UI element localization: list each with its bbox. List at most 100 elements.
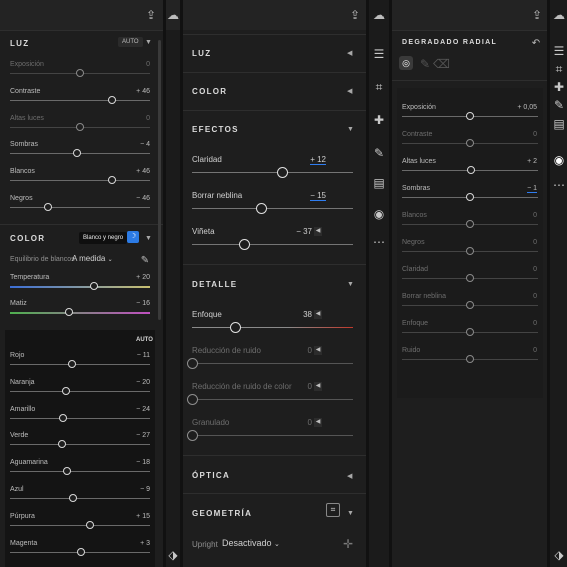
cloud-sync-icon[interactable]: ☁ (166, 8, 180, 22)
slider-knob[interactable] (85, 520, 94, 529)
slider-knob[interactable] (466, 301, 474, 309)
slider-track[interactable] (10, 417, 150, 419)
upright-select[interactable]: Desactivado ⌄ (222, 538, 280, 548)
slider-value[interactable]: 0 (497, 212, 537, 219)
stepper-button[interactable]: ◀ (314, 346, 322, 355)
slider-value[interactable]: 0 (497, 347, 537, 354)
slider-value[interactable]: − 4 (110, 141, 150, 148)
slider-track[interactable] (192, 363, 353, 364)
slider-knob[interactable] (73, 149, 82, 158)
efectos-section-title[interactable]: EFECTOS (192, 125, 239, 134)
slider-track[interactable] (192, 435, 353, 436)
slider-track[interactable] (192, 244, 353, 245)
slider-track[interactable] (10, 180, 150, 182)
geometria-collapse-icon[interactable]: ▼ (347, 510, 354, 517)
slider-track[interactable] (10, 364, 150, 365)
radial-gradient-icon[interactable]: ◉ (372, 207, 386, 221)
slider-knob[interactable] (256, 203, 268, 214)
slider-value[interactable]: + 20 (110, 274, 150, 281)
mask-brush-icon[interactable]: ✎ (418, 57, 432, 71)
mask-new-button[interactable]: ◎ (399, 56, 413, 70)
slider-value[interactable]: + 46 (110, 88, 150, 95)
slider-knob[interactable] (187, 394, 198, 405)
color-section-title[interactable]: COLOR (10, 234, 45, 243)
stepper-button[interactable]: ◀ (314, 310, 322, 319)
slider-track[interactable] (10, 207, 150, 208)
slider-value[interactable]: 0 (497, 131, 537, 138)
healing-icon[interactable]: ✚ (372, 113, 386, 127)
slider-value[interactable]: 0 (110, 61, 150, 68)
slider-knob[interactable] (67, 360, 76, 368)
slider-value[interactable]: 0 (497, 293, 537, 300)
slider-value[interactable]: 38 (282, 310, 312, 319)
slider-value[interactable]: + 2 (497, 158, 537, 165)
eyedropper-icon[interactable]: ✎ (138, 254, 152, 268)
more-icon[interactable]: ⋯ (552, 178, 566, 192)
slider-value[interactable]: 0 (497, 239, 537, 246)
slider-knob[interactable] (187, 358, 198, 369)
slider-value[interactable]: 0 (110, 115, 150, 122)
slider-track[interactable] (192, 172, 353, 173)
detalle-section-title[interactable]: DETALLE (192, 280, 237, 289)
slider-value[interactable]: − 11 (110, 352, 150, 359)
stepper-button[interactable]: ◀ (314, 418, 322, 427)
slider-knob[interactable] (466, 247, 474, 255)
slider-track[interactable] (192, 327, 353, 328)
bw-auto-label[interactable]: AUTO (136, 337, 153, 343)
color-chevron-icon[interactable]: ▼ (145, 235, 152, 242)
slider-track[interactable] (10, 312, 150, 314)
slider-value[interactable]: − 15 (296, 191, 326, 201)
slider-value[interactable]: + 12 (296, 155, 326, 165)
brush-icon[interactable]: ✎ (372, 146, 386, 160)
color-expand-icon[interactable]: ◀ (347, 87, 352, 95)
geometry-pin-icon[interactable]: ✛ (341, 537, 355, 551)
stepper-button[interactable]: ◀ (314, 382, 322, 391)
geometria-section-title[interactable]: GEOMETRÍA (192, 509, 252, 518)
slider-knob[interactable] (108, 176, 117, 185)
slider-value[interactable]: − 1 (497, 185, 537, 193)
slider-knob[interactable] (230, 322, 242, 333)
detalle-collapse-icon[interactable]: ▼ (347, 281, 354, 288)
slider-knob[interactable] (187, 430, 198, 441)
linear-gradient-icon[interactable]: ▤ (552, 117, 566, 131)
slider-value[interactable]: − 9 (110, 486, 150, 493)
slider-knob[interactable] (277, 167, 289, 178)
slider-value[interactable]: 0 (497, 320, 537, 327)
luz-section-title[interactable]: LUZ (192, 49, 211, 58)
geometry-guided-button[interactable]: ⌗ (326, 503, 340, 517)
slider-value[interactable]: 0 (282, 346, 312, 355)
slider-value[interactable]: − 27 (110, 432, 150, 439)
color-section-title[interactable]: COLOR (192, 87, 227, 96)
slider-value[interactable]: − 46 (110, 195, 150, 202)
linear-gradient-icon[interactable]: ▤ (372, 176, 386, 190)
slider-track[interactable] (192, 399, 353, 400)
reset-icon[interactable]: ↶ (529, 37, 543, 51)
slider-knob[interactable] (108, 95, 117, 104)
share-icon[interactable]: ⇪ (530, 8, 544, 22)
slider-track[interactable] (192, 208, 353, 209)
slider-value[interactable]: + 15 (110, 513, 150, 520)
radial-gradient-icon[interactable]: ◉ (552, 153, 566, 167)
crop-icon[interactable]: ⌗ (552, 62, 566, 76)
slider-value[interactable]: − 18 (110, 459, 150, 466)
luz-section-title[interactable]: LUZ (10, 39, 29, 48)
slider-knob[interactable] (466, 139, 474, 147)
slider-knob[interactable] (76, 122, 84, 131)
slider-knob[interactable] (466, 193, 474, 201)
left-scrollbar[interactable] (158, 40, 161, 320)
slider-value[interactable]: 0 (282, 418, 312, 427)
wb-select[interactable]: A medida ⌄ (72, 254, 113, 263)
slider-value[interactable]: + 46 (110, 168, 150, 175)
slider-knob[interactable] (76, 69, 84, 77)
slider-track[interactable] (10, 524, 150, 526)
tag-icon[interactable]: ⬗ (552, 548, 566, 562)
slider-value[interactable]: − 16 (110, 300, 150, 307)
luz-chevron-icon[interactable]: ▼ (145, 39, 152, 46)
cloud-sync-icon[interactable]: ☁ (372, 8, 386, 22)
sliders-icon[interactable]: ☰ (372, 47, 386, 61)
share-icon[interactable]: ⇪ (144, 8, 158, 22)
slider-knob[interactable] (238, 239, 250, 250)
slider-knob[interactable] (59, 413, 68, 422)
slider-knob[interactable] (62, 386, 70, 395)
slider-knob[interactable] (64, 308, 73, 316)
